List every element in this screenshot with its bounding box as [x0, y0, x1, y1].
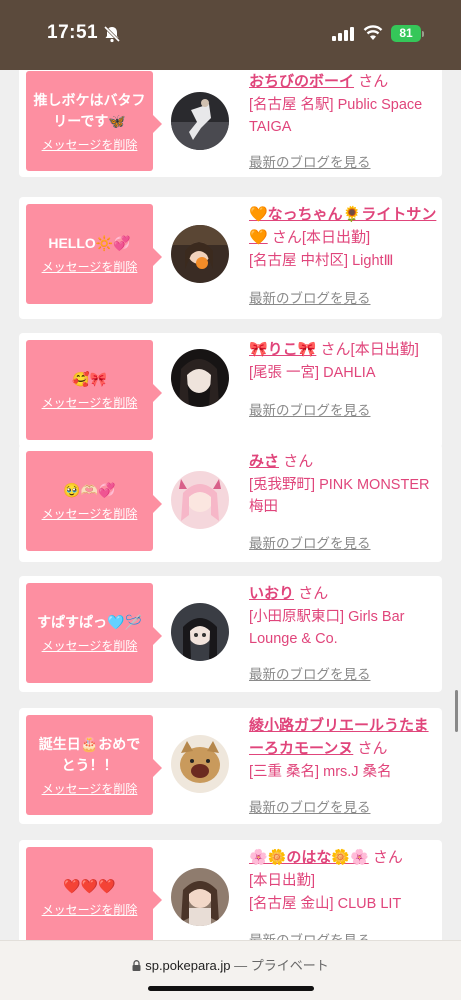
- honorific: さん: [372, 849, 403, 866]
- message-bubble: すぱすぱっ🩵🪡 メッセージを削除: [26, 583, 162, 683]
- avatar[interactable]: [171, 349, 229, 407]
- latest-blog-link[interactable]: 最新のブログを見る: [249, 151, 371, 171]
- work-status: [本日出勤]: [249, 873, 316, 889]
- honorific: さん[本日出勤]: [320, 341, 419, 358]
- delete-message-link[interactable]: メッセージを削除: [42, 394, 138, 411]
- honorific: さん: [283, 453, 314, 470]
- girl-info: 綾小路ガブリエールうたまーろカモーンヌ さん [三重 桑名] mrs.J 桑名: [249, 714, 439, 783]
- delete-message-link[interactable]: メッセージを削除: [42, 505, 138, 522]
- status-bar: 17:51 81: [0, 0, 461, 70]
- avatar[interactable]: [171, 868, 229, 926]
- shop-info: [名古屋 名駅] Public Space TAIGA: [249, 97, 423, 135]
- message-bubble: 誕生日🎂おめでとう！！ メッセージを削除: [26, 715, 162, 815]
- message-card: ❤️❤️❤️ メッセージを削除 🌸🌼のはな🌼🌸 さん [本日出勤] [名古屋 金…: [19, 840, 442, 940]
- honorific: さん: [298, 585, 329, 602]
- message-text: 誕生日🎂おめでとう！！: [38, 735, 141, 773]
- girl-info: みさ さん [兎我野町] PINK MONSTER梅田: [249, 450, 439, 518]
- shop-info: [名古屋 金山] CLUB LIT: [249, 896, 402, 912]
- lock-icon: [132, 960, 141, 971]
- message-text: 🥹🫶🏻💞: [63, 482, 116, 498]
- message-card: 🥹🫶🏻💞 メッセージを削除 みさ さん [兎我野町] PINK MONSTER梅…: [19, 444, 442, 562]
- scroll-indicator[interactable]: [455, 690, 458, 732]
- avatar[interactable]: [171, 92, 229, 150]
- url-text[interactable]: sp.pokepara.jp — プライベート: [0, 955, 461, 974]
- avatar[interactable]: [171, 735, 229, 793]
- delete-message-link[interactable]: メッセージを削除: [42, 780, 138, 797]
- latest-blog-link[interactable]: 最新のブログを見る: [249, 663, 371, 683]
- delete-message-link[interactable]: メッセージを削除: [42, 258, 138, 275]
- bell-off-icon: [103, 25, 121, 43]
- message-text: ❤️❤️❤️: [63, 878, 116, 894]
- status-time: 17:51: [47, 22, 99, 43]
- girl-info: 🧡なっちゃん🌻ライトサン🧡 さん[本日出勤] [名古屋 中村区] LightⅢ: [249, 203, 439, 272]
- battery-cap: [422, 31, 424, 37]
- message-card: すぱすぱっ🩵🪡 メッセージを削除 いおり さん [小田原駅東口] Girls B…: [19, 576, 442, 692]
- delete-message-link[interactable]: メッセージを削除: [42, 901, 138, 918]
- shop-info: [兎我野町] PINK MONSTER梅田: [249, 477, 430, 515]
- girl-name-link[interactable]: 綾小路ガブリエールうたまーろカモーンヌ: [249, 717, 429, 757]
- message-bubble: HELLO🔆💞 メッセージを削除: [26, 204, 162, 304]
- message-card: HELLO🔆💞 メッセージを削除 🧡なっちゃん🌻ライトサン🧡 さん[本日出勤] …: [19, 197, 442, 319]
- wifi-icon: [363, 25, 383, 40]
- message-card: 🥰🎀 メッセージを削除 🎀りこ🎀 さん[本日出勤] [尾張 一宮] DAHLIA…: [19, 333, 442, 448]
- message-card: 推しボケはバタフリーです🦋 メッセージを削除 おちびのボーイ さん [名古屋 名…: [19, 70, 442, 177]
- message-list[interactable]: 推しボケはバタフリーです🦋 メッセージを削除 おちびのボーイ さん [名古屋 名…: [0, 70, 461, 940]
- message-card: 誕生日🎂おめでとう！！ メッセージを削除 綾小路ガブリエールうたまーろカモーンヌ…: [19, 708, 442, 824]
- girl-name-link[interactable]: みさ: [249, 453, 279, 470]
- url-separator: —: [234, 958, 248, 973]
- shop-info: [三重 桑名] mrs.J 桑名: [249, 764, 392, 780]
- latest-blog-link[interactable]: 最新のブログを見る: [249, 399, 371, 419]
- girl-name-link[interactable]: 🌸🌼のはな🌼🌸: [249, 849, 369, 866]
- girl-info: いおり さん [小田原駅東口] Girls Bar Lounge & Co.: [249, 582, 439, 650]
- avatar[interactable]: [171, 471, 229, 529]
- latest-blog-link[interactable]: 最新のブログを見る: [249, 929, 371, 940]
- latest-blog-link[interactable]: 最新のブログを見る: [249, 532, 371, 552]
- message-bubble: 🥹🫶🏻💞 メッセージを削除: [26, 451, 162, 551]
- shop-info: [名古屋 中村区] LightⅢ: [249, 253, 394, 269]
- url-domain: sp.pokepara.jp: [145, 958, 231, 973]
- message-text: HELLO🔆💞: [48, 235, 131, 251]
- avatar[interactable]: [171, 225, 229, 283]
- shop-info: [尾張 一宮] DAHLIA: [249, 365, 376, 381]
- browser-url-bar[interactable]: sp.pokepara.jp — プライベート: [0, 940, 461, 1000]
- avatar[interactable]: [171, 603, 229, 661]
- signal-icon: [332, 27, 354, 41]
- girl-info: 🎀りこ🎀 さん[本日出勤] [尾張 一宮] DAHLIA: [249, 338, 439, 384]
- message-text: すぱすぱっ🩵🪡: [37, 614, 142, 630]
- honorific: さん: [358, 73, 389, 90]
- girl-name-link[interactable]: おちびのボーイ: [249, 73, 354, 90]
- girl-name-link[interactable]: 🎀りこ🎀: [249, 341, 316, 358]
- latest-blog-link[interactable]: 最新のブログを見る: [249, 287, 371, 307]
- message-text: 🥰🎀: [72, 371, 107, 387]
- delete-message-link[interactable]: メッセージを削除: [42, 637, 138, 654]
- message-bubble: ❤️❤️❤️ メッセージを削除: [26, 847, 162, 940]
- message-bubble: 推しボケはバタフリーです🦋 メッセージを削除: [26, 71, 162, 171]
- honorific: さん: [357, 740, 388, 757]
- latest-blog-link[interactable]: 最新のブログを見る: [249, 796, 371, 816]
- honorific: さん[本日出勤]: [271, 229, 371, 246]
- girl-name-link[interactable]: いおり: [249, 585, 294, 602]
- message-bubble: 🥰🎀 メッセージを削除: [26, 340, 162, 440]
- private-mode-label: プライベート: [250, 958, 329, 973]
- home-indicator[interactable]: [148, 986, 314, 991]
- shop-info: [小田原駅東口] Girls Bar Lounge & Co.: [249, 609, 405, 647]
- message-text: 推しボケはバタフリーです🦋: [33, 91, 146, 129]
- battery-icon: 81: [391, 25, 421, 42]
- delete-message-link[interactable]: メッセージを削除: [42, 136, 138, 153]
- girl-info: おちびのボーイ さん [名古屋 名駅] Public Space TAIGA: [249, 70, 439, 138]
- girl-info: 🌸🌼のはな🌼🌸 さん [本日出勤] [名古屋 金山] CLUB LIT: [249, 846, 439, 915]
